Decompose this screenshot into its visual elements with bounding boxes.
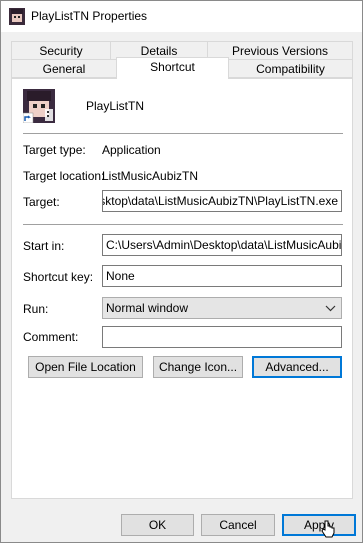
target-location-label: Target location: xyxy=(23,169,105,183)
shortcut-key-label: Shortcut key: xyxy=(23,270,94,284)
target-label: Target: xyxy=(23,195,60,209)
run-select-value: Normal window xyxy=(106,301,189,315)
advanced-button[interactable]: Advanced... xyxy=(252,356,342,378)
target-value: \Desktop\data\ListMusicAubizTN\PlayListT… xyxy=(102,194,338,208)
chevron-down-icon xyxy=(325,305,336,312)
shortcut-app-icon xyxy=(23,89,55,123)
cancel-button[interactable]: Cancel xyxy=(201,514,275,536)
separator xyxy=(23,133,343,134)
target-type-value: Application xyxy=(102,143,161,157)
run-label: Run: xyxy=(23,302,49,316)
app-icon xyxy=(9,8,25,25)
title-bar[interactable]: PlayListTN Properties xyxy=(1,1,362,32)
tab-shortcut[interactable]: Shortcut xyxy=(116,57,229,79)
apply-button[interactable]: Apply xyxy=(282,514,356,536)
separator xyxy=(23,224,343,225)
start-in-label: Start in: xyxy=(23,239,65,253)
shortcut-name: PlayListTN xyxy=(86,99,145,113)
ok-button[interactable]: OK xyxy=(121,514,194,536)
change-icon-button[interactable]: Change Icon... xyxy=(153,356,243,378)
run-select[interactable]: Normal window xyxy=(102,297,342,319)
tab-security[interactable]: Security xyxy=(11,41,111,60)
window-title: PlayListTN Properties xyxy=(31,9,148,23)
tab-general[interactable]: General xyxy=(11,59,117,78)
comment-label: Comment: xyxy=(23,330,79,344)
hand-cursor-icon xyxy=(321,520,335,538)
start-in-field[interactable]: C:\Users\Admin\Desktop\data\ListMusicAub… xyxy=(102,234,342,256)
shortcut-panel xyxy=(11,78,353,499)
target-field[interactable]: \Desktop\data\ListMusicAubizTN\PlayListT… xyxy=(102,190,342,212)
comment-field[interactable] xyxy=(102,326,342,348)
shortcut-key-field[interactable]: None xyxy=(102,265,342,287)
target-type-label: Target type: xyxy=(23,143,86,157)
tab-compatibility[interactable]: Compatibility xyxy=(228,59,353,78)
open-file-location-button[interactable]: Open File Location xyxy=(28,356,143,378)
target-location-value: ListMusicAubizTN xyxy=(102,169,199,183)
properties-window: PlayListTN Properties Security Details P… xyxy=(0,0,363,543)
